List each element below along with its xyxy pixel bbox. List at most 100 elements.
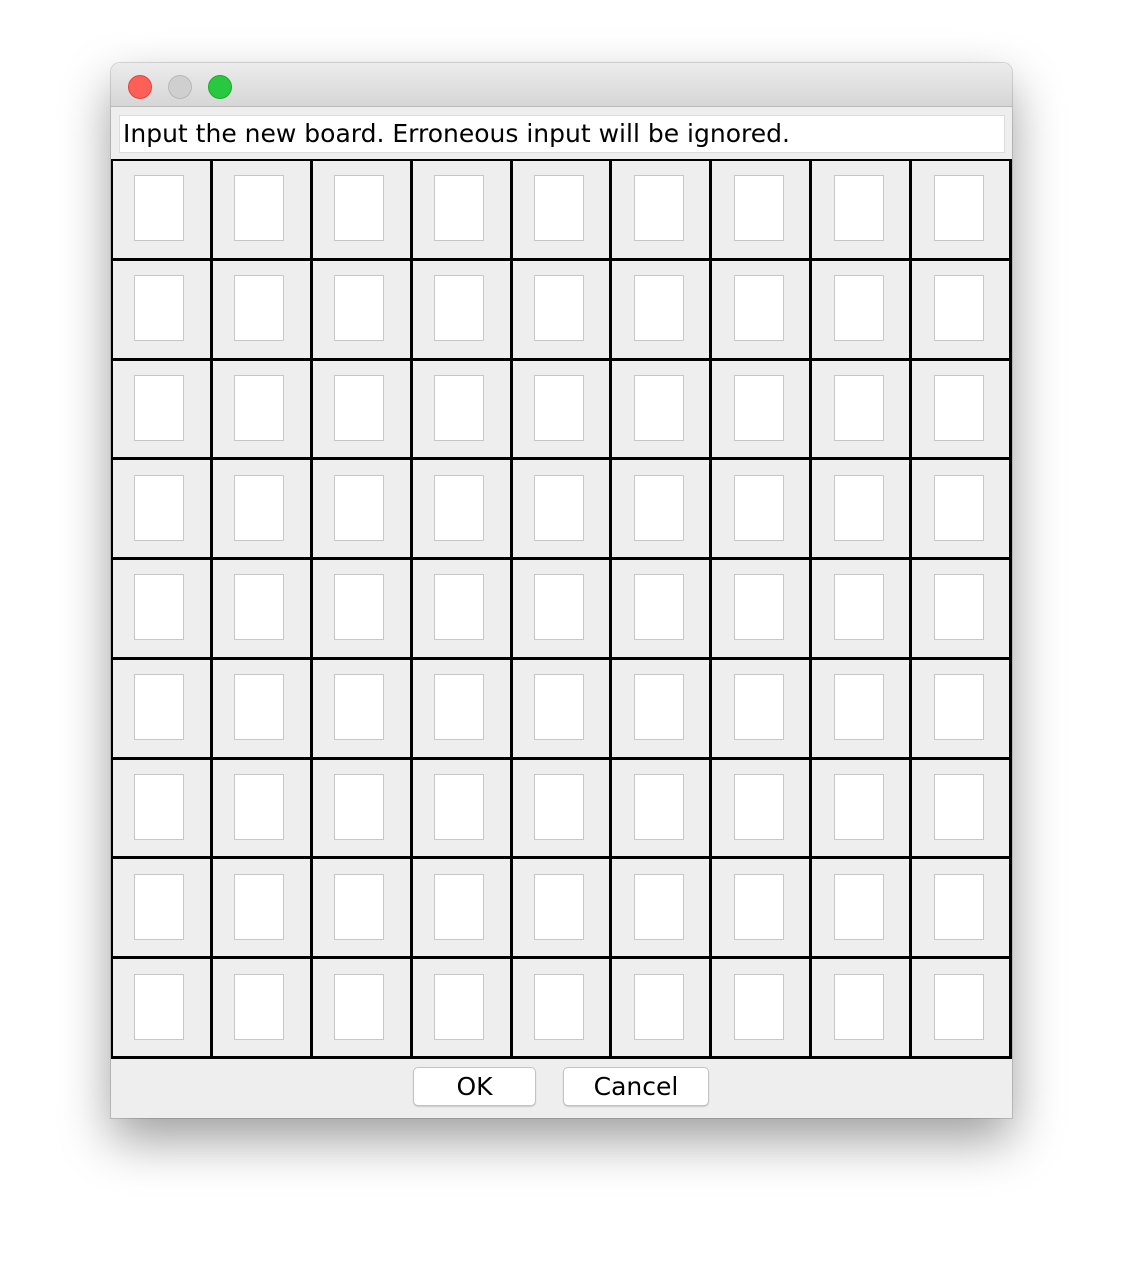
close-window-icon[interactable] <box>128 75 152 99</box>
cell-input-field[interactable] <box>533 474 584 541</box>
cell-input-field[interactable] <box>733 574 784 641</box>
cell-input-field[interactable] <box>733 374 784 441</box>
board-cell <box>712 959 813 1059</box>
cell-input-field[interactable] <box>134 275 185 342</box>
cell-input-field[interactable] <box>533 973 584 1040</box>
cell-input-field[interactable] <box>833 275 884 342</box>
cell-input-field[interactable] <box>334 674 385 741</box>
cell-input-field[interactable] <box>134 175 185 242</box>
cell-input-field[interactable] <box>833 374 884 441</box>
cancel-button[interactable]: Cancel <box>563 1067 709 1106</box>
cell-input-field[interactable] <box>733 873 784 940</box>
cell-input-field[interactable] <box>933 574 984 641</box>
cell-input-field[interactable] <box>234 774 285 841</box>
cell-input-field[interactable] <box>933 275 984 342</box>
cell-input-field[interactable] <box>334 873 385 940</box>
cell-input-field[interactable] <box>633 275 684 342</box>
cell-input-field[interactable] <box>833 674 884 741</box>
board-cell <box>512 161 613 261</box>
cell-input-field[interactable] <box>234 873 285 940</box>
cell-input-field[interactable] <box>334 275 385 342</box>
cell-input-field[interactable] <box>833 973 884 1040</box>
cell-input-field[interactable] <box>733 774 784 841</box>
cell-input-field[interactable] <box>434 973 485 1040</box>
cell-input-field[interactable] <box>933 674 984 741</box>
title-bar[interactable] <box>111 63 1012 107</box>
cell-input-field[interactable] <box>633 474 684 541</box>
cell-input-field[interactable] <box>633 574 684 641</box>
cell-input-field[interactable] <box>134 374 185 441</box>
cell-input-field[interactable] <box>234 674 285 741</box>
cell-input-field[interactable] <box>733 474 784 541</box>
cell-input-field[interactable] <box>933 474 984 541</box>
cell-input-field[interactable] <box>533 374 584 441</box>
cell-input-field[interactable] <box>533 774 584 841</box>
cell-input-field[interactable] <box>633 973 684 1040</box>
cell-input-field[interactable] <box>234 574 285 641</box>
cell-input-field[interactable] <box>733 175 784 242</box>
cell-input-field[interactable] <box>933 873 984 940</box>
cell-input-field[interactable] <box>833 574 884 641</box>
cell-input-field[interactable] <box>533 275 584 342</box>
cell-input-field[interactable] <box>234 474 285 541</box>
cell-input-field[interactable] <box>434 774 485 841</box>
cell-input-field[interactable] <box>733 275 784 342</box>
cell-input-field[interactable] <box>434 275 485 342</box>
board-cell <box>912 659 1012 760</box>
cell-input-field[interactable] <box>633 774 684 841</box>
cell-input-field[interactable] <box>434 175 485 242</box>
cell-input-field[interactable] <box>434 474 485 541</box>
cell-input-field[interactable] <box>434 574 485 641</box>
board-cell <box>113 959 213 1059</box>
cell-input-field[interactable] <box>933 774 984 841</box>
cell-input-field[interactable] <box>334 474 385 541</box>
cell-input-field[interactable] <box>733 674 784 741</box>
cell-input-field[interactable] <box>633 674 684 741</box>
zoom-window-icon[interactable] <box>208 75 232 99</box>
cell-input-field[interactable] <box>833 175 884 242</box>
cell-input-field[interactable] <box>533 674 584 741</box>
cell-input-field[interactable] <box>134 774 185 841</box>
minimize-window-icon <box>168 75 192 99</box>
board-cell <box>912 560 1012 660</box>
cell-input-field[interactable] <box>134 873 185 940</box>
cell-input-field[interactable] <box>833 774 884 841</box>
cell-input-field[interactable] <box>434 674 485 741</box>
cell-input-field[interactable] <box>334 175 385 242</box>
board-cell <box>312 360 413 461</box>
cell-input-field[interactable] <box>134 574 185 641</box>
cell-input-field[interactable] <box>134 474 185 541</box>
cell-input-field[interactable] <box>533 175 584 242</box>
cell-input-field[interactable] <box>633 175 684 242</box>
cell-input-field[interactable] <box>134 973 185 1040</box>
cell-input-field[interactable] <box>434 873 485 940</box>
board-cell <box>212 560 313 660</box>
cell-input-field[interactable] <box>933 374 984 441</box>
dialog-window: Input the new board. Erroneous input wil… <box>111 63 1012 1118</box>
cell-input-field[interactable] <box>234 275 285 342</box>
cell-input-field[interactable] <box>533 574 584 641</box>
board-cell <box>512 260 613 361</box>
cell-input-field[interactable] <box>733 973 784 1040</box>
cell-input-field[interactable] <box>633 873 684 940</box>
cell-input-field[interactable] <box>933 973 984 1040</box>
cell-input-field[interactable] <box>633 374 684 441</box>
cell-input-field[interactable] <box>334 574 385 641</box>
instruction-message: Input the new board. Erroneous input wil… <box>119 115 1005 153</box>
cell-input-field[interactable] <box>334 774 385 841</box>
cell-input-field[interactable] <box>234 973 285 1040</box>
cell-input-field[interactable] <box>134 674 185 741</box>
cell-input-field[interactable] <box>833 873 884 940</box>
board-cell <box>212 859 313 960</box>
cell-input-field[interactable] <box>234 175 285 242</box>
cell-input-field[interactable] <box>533 873 584 940</box>
ok-button[interactable]: OK <box>413 1067 536 1106</box>
cell-input-field[interactable] <box>334 374 385 441</box>
cell-input-field[interactable] <box>234 374 285 441</box>
cell-input-field[interactable] <box>434 374 485 441</box>
board-cell <box>612 161 713 261</box>
board-grid <box>111 159 1012 1059</box>
cell-input-field[interactable] <box>833 474 884 541</box>
cell-input-field[interactable] <box>933 175 984 242</box>
cell-input-field[interactable] <box>334 973 385 1040</box>
